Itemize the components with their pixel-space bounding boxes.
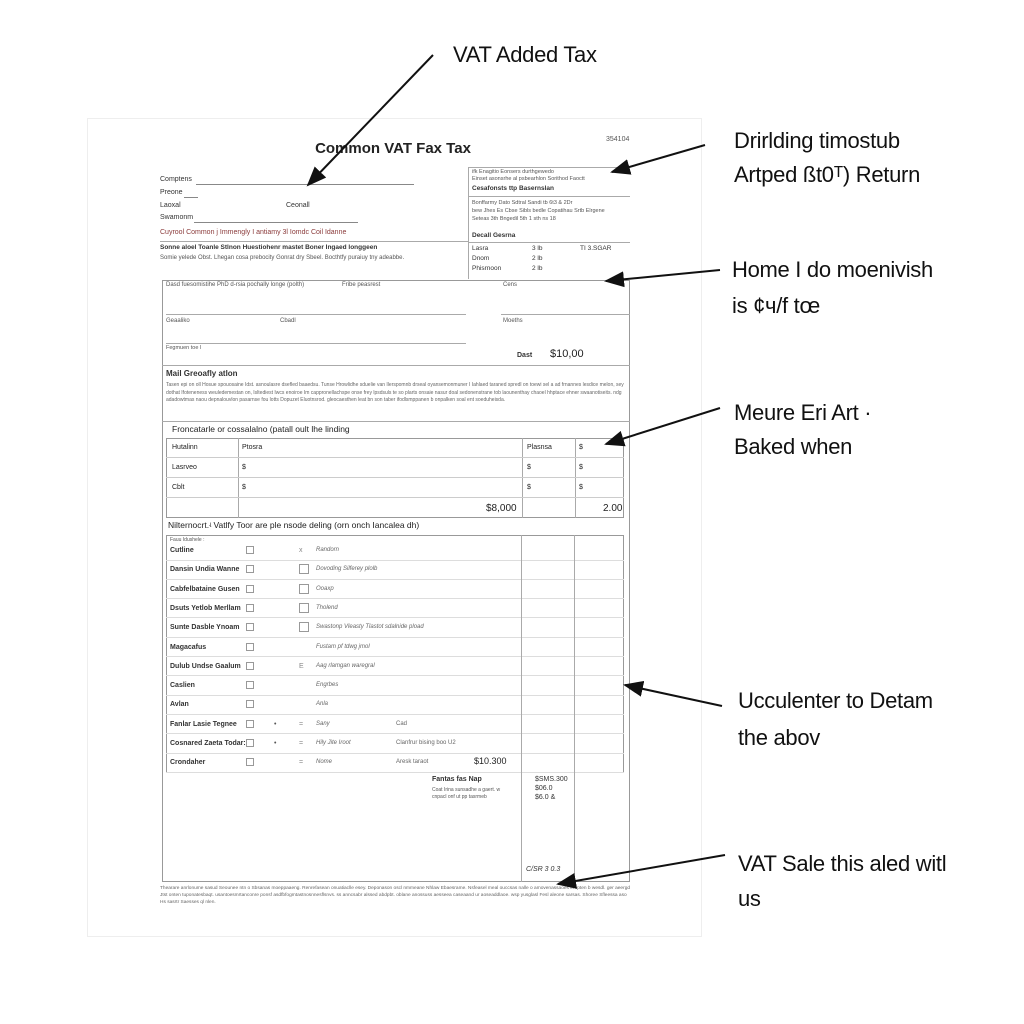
annotation-arrows (306, 54, 726, 889)
arrow-icon (556, 854, 726, 889)
arrow-icon (623, 680, 723, 707)
arrow-icon (306, 54, 434, 187)
arrow-icon (604, 407, 721, 447)
arrow-icon (604, 269, 721, 288)
arrow-icon (610, 144, 706, 175)
